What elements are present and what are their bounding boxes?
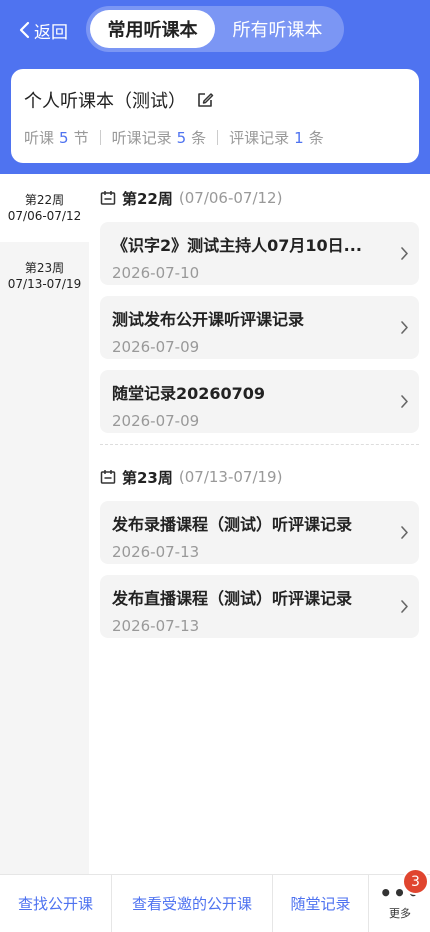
record-title: 随堂记录20260709 bbox=[112, 384, 266, 403]
tab-all-notebooks[interactable]: 所有听课本 bbox=[215, 10, 340, 48]
back-label: 返回 bbox=[34, 22, 68, 43]
tab-common-notebooks[interactable]: 常用听课本 bbox=[90, 10, 215, 48]
edit-icon[interactable] bbox=[196, 91, 214, 109]
chevron-left-icon bbox=[19, 21, 30, 39]
more-button[interactable]: ••• 更多 3 bbox=[369, 868, 430, 932]
sidebar-week-label: 第22周 bbox=[24, 193, 65, 207]
chevron-right-icon bbox=[401, 526, 408, 539]
record-date: 2026-07-13 bbox=[112, 543, 200, 561]
record-date: 2026-07-10 bbox=[112, 264, 200, 282]
stat-divider bbox=[217, 130, 219, 145]
stat-reviews-value: 1 bbox=[294, 128, 304, 147]
stat-divider bbox=[99, 130, 101, 145]
record-title: 发布直播课程（测试）听评课记录 bbox=[112, 589, 353, 608]
chevron-right-icon bbox=[401, 600, 408, 613]
more-label: 更多 bbox=[389, 906, 411, 920]
record-item[interactable]: 《识字2》测试主持人07月10日... 2026-07-10 bbox=[100, 222, 419, 285]
notebook-title: 个人听课本（测试） bbox=[24, 91, 186, 112]
sidebar-week-range: 07/06-07/12 bbox=[7, 209, 82, 223]
record-item[interactable]: 随堂记录20260709 2026-07-09 bbox=[100, 370, 419, 433]
week-range: (07/13-07/19) bbox=[178, 468, 283, 486]
stat-records-value: 5 bbox=[176, 128, 187, 147]
notebook-tab-switch: 常用听课本 所有听课本 bbox=[86, 6, 344, 52]
calendar-icon bbox=[100, 470, 116, 484]
record-date: 2026-07-09 bbox=[112, 338, 200, 356]
record-item[interactable]: 发布录播课程（测试）听评课记录 2026-07-13 bbox=[100, 501, 419, 564]
record-date: 2026-07-09 bbox=[112, 412, 200, 430]
stat-records-unit: 条 bbox=[191, 129, 207, 147]
record-title: 测试发布公开课听评课记录 bbox=[112, 310, 305, 329]
back-button[interactable]: 返回 bbox=[18, 16, 68, 44]
stat-lessons-value: 5 bbox=[59, 128, 69, 147]
stat-lessons-label: 听课 bbox=[24, 129, 55, 147]
calendar-icon bbox=[100, 191, 116, 205]
week-sidebar: 第22周 07/06-07/12 第23周 07/13-07/19 bbox=[0, 174, 89, 875]
notification-badge: 3 bbox=[402, 868, 429, 895]
chevron-right-icon bbox=[401, 321, 408, 334]
sidebar-week-range: 07/13-07/19 bbox=[7, 277, 82, 291]
stat-reviews-label: 评课记录 bbox=[229, 129, 290, 147]
stat-lessons-unit: 节 bbox=[73, 129, 89, 147]
record-date: 2026-07-13 bbox=[112, 617, 200, 635]
record-item[interactable]: 发布直播课程（测试）听评课记录 2026-07-13 bbox=[100, 575, 419, 638]
week-header: 第23周 (07/13-07/19) bbox=[100, 453, 420, 501]
week-title: 第22周 bbox=[122, 189, 173, 208]
find-open-class-button[interactable]: 查找公开课 bbox=[0, 875, 112, 932]
classroom-record-button[interactable]: 随堂记录 bbox=[273, 875, 369, 932]
sidebar-week-label: 第23周 bbox=[24, 261, 65, 275]
stat-records-label: 听课记录 bbox=[111, 129, 172, 147]
record-item[interactable]: 测试发布公开课听评课记录 2026-07-09 bbox=[100, 296, 419, 359]
week-title: 第23周 bbox=[122, 468, 173, 487]
notebook-stats: 听课 5 节 听课记录 5 条 评课记录 1 条 bbox=[24, 127, 405, 148]
week-header: 第22周 (07/06-07/12) bbox=[100, 174, 420, 222]
bottom-action-bar: 查找公开课 查看受邀的公开课 随堂记录 ••• 更多 3 bbox=[0, 868, 430, 932]
chevron-right-icon bbox=[401, 395, 408, 408]
notebook-info-card: 个人听课本（测试） 听课 5 节 听课记录 5 条 评课记录 1 条 bbox=[11, 69, 419, 163]
week-divider bbox=[100, 444, 419, 445]
chevron-right-icon bbox=[401, 247, 408, 260]
sidebar-item-week22[interactable]: 第22周 07/06-07/12 bbox=[0, 174, 89, 242]
sidebar-item-week23[interactable]: 第23周 07/13-07/19 bbox=[0, 242, 89, 310]
week-range: (07/06-07/12) bbox=[178, 189, 283, 207]
view-invited-classes-button[interactable]: 查看受邀的公开课 bbox=[112, 875, 273, 932]
record-title: 发布录播课程（测试）听评课记录 bbox=[112, 515, 353, 534]
record-title: 《识字2》测试主持人07月10日... bbox=[112, 236, 362, 255]
record-list: 第22周 (07/06-07/12) 《识字2》测试主持人07月10日... 2… bbox=[100, 174, 420, 649]
stat-reviews-unit: 条 bbox=[308, 129, 324, 147]
